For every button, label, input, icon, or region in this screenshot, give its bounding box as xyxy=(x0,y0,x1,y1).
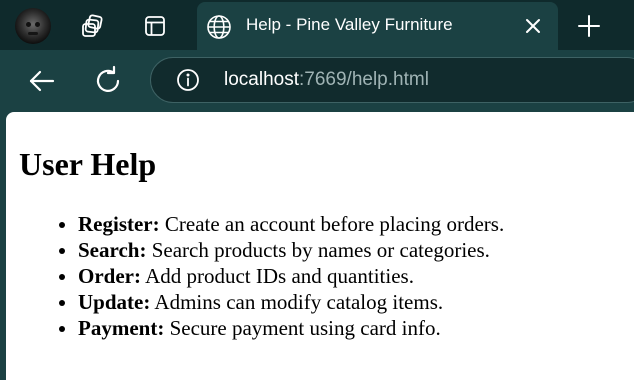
tab-strip: Help - Pine Valley Furniture xyxy=(0,0,634,50)
navigation-toolbar: localhost:7669/help.html xyxy=(0,50,634,112)
info-icon[interactable] xyxy=(176,68,200,92)
globe-icon xyxy=(206,14,232,40)
page-content: User Help Register: Create an account be… xyxy=(6,112,634,380)
help-description: Secure payment using card info. xyxy=(164,316,441,340)
help-description: Search products by names or categories. xyxy=(146,238,490,262)
help-term: Register: xyxy=(78,212,160,236)
reload-icon[interactable] xyxy=(92,65,124,97)
plus-icon[interactable] xyxy=(575,12,603,40)
help-term: Update: xyxy=(78,290,151,314)
help-term: Search: xyxy=(78,238,147,262)
page-title: User Help xyxy=(19,146,157,182)
close-icon[interactable] xyxy=(523,16,543,36)
help-item-order: Order: Add product IDs and quantities. xyxy=(78,263,504,289)
url-host: localhost xyxy=(224,69,299,90)
help-item-register: Register: Create an account before placi… xyxy=(78,211,504,237)
workspaces-icon[interactable] xyxy=(79,12,107,40)
tab-title: Help - Pine Valley Furniture xyxy=(246,15,453,34)
help-list: Register: Create an account before placi… xyxy=(40,211,504,341)
tab-actions-icon[interactable] xyxy=(141,12,169,40)
active-tab[interactable]: Help - Pine Valley Furniture xyxy=(197,2,558,50)
help-term: Order: xyxy=(78,264,141,288)
url-path: :7669/help.html xyxy=(299,69,429,90)
help-item-update: Update: Admins can modify catalog items. xyxy=(78,289,504,315)
help-term: Payment: xyxy=(78,316,165,340)
help-description: Add product IDs and quantities. xyxy=(140,264,414,288)
help-description: Create an account before placing orders. xyxy=(159,212,505,236)
help-item-search: Search: Search products by names or cate… xyxy=(78,237,504,263)
back-arrow-icon[interactable] xyxy=(27,66,57,96)
url-text[interactable]: localhost:7669/help.html xyxy=(224,69,429,91)
address-bar[interactable]: localhost:7669/help.html xyxy=(150,57,634,103)
help-description: Admins can modify catalog items. xyxy=(150,290,444,314)
help-item-payment: Payment: Secure payment using card info. xyxy=(78,315,504,341)
profile-avatar[interactable] xyxy=(15,8,51,44)
